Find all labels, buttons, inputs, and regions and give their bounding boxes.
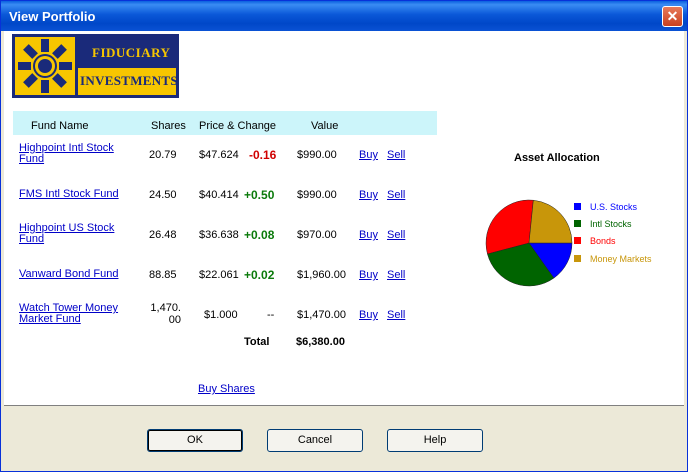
buy-shares-link[interactable]: Buy Shares [198, 383, 255, 395]
logo-text-fiduciary: FIDUCIARY [92, 45, 171, 60]
total-label: Total [244, 336, 270, 348]
change-value: +0.50 [244, 188, 275, 202]
asset-allocation-pie [485, 199, 573, 287]
position-value: $970.00 [297, 229, 337, 241]
buy-link[interactable]: Buy [359, 309, 378, 321]
fund-link[interactable]: FMS Intl Stock Fund [19, 189, 119, 200]
legend-swatch [574, 237, 581, 244]
shares-value: 24.50 [149, 189, 177, 201]
change-value: +0.02 [244, 268, 275, 282]
shares-line: 00 [168, 314, 181, 326]
price-value: $22.061 [199, 269, 239, 281]
legend-swatch [574, 203, 581, 210]
fund-name-line: Fund [19, 153, 45, 165]
header-price: Price & Change [199, 120, 277, 132]
table-header: Fund Name Shares Price & Change Value [13, 111, 437, 135]
sell-link[interactable]: Sell [387, 269, 405, 281]
legend-swatch [574, 220, 581, 227]
buy-link[interactable]: Buy [359, 269, 378, 281]
fund-name-line: Fund [19, 233, 45, 245]
logo-band-top: FIDUCIARY [78, 37, 176, 66]
shares-line: 1,470. [150, 302, 181, 314]
legend-label: Bonds [590, 236, 616, 246]
logo-band-bottom: INVESTMENTS [78, 68, 178, 95]
fiduciary-logo: FIDUCIARY INVESTMENTS [12, 34, 179, 98]
cancel-button[interactable]: Cancel [267, 429, 363, 452]
change-value: -0.16 [249, 148, 277, 162]
position-value: $1,470.00 [297, 309, 346, 321]
change-value: -- [267, 309, 275, 321]
position-value: $990.00 [297, 189, 337, 201]
title-bar[interactable]: View Portfolio ✕ [1, 1, 687, 31]
shares-value: 26.48 [149, 229, 177, 241]
help-button[interactable]: Help [387, 429, 483, 452]
sell-link[interactable]: Sell [387, 229, 405, 241]
fund-name-line: Market Fund [19, 313, 81, 325]
buy-link[interactable]: Buy [359, 149, 378, 161]
legend-label: Money Markets [590, 254, 652, 264]
fund-link[interactable]: Vanward Bond Fund [19, 269, 118, 280]
pie-slice-money-markets [528, 199, 573, 244]
logo-text-investments: INVESTMENTS [80, 73, 178, 88]
fund-link[interactable]: Highpoint US Stock Fund [19, 223, 114, 245]
view-portfolio-window: View Portfolio ✕ FIDUCIARY INVESTMENTS F… [0, 0, 688, 472]
fund-link[interactable]: Watch Tower Money Market Fund [19, 303, 118, 325]
header-shares: Shares [151, 120, 186, 132]
header-fund-name: Fund Name [31, 120, 89, 132]
legend-label: Intl Stocks [590, 219, 632, 229]
position-value: $1,960.00 [297, 269, 346, 281]
sell-link[interactable]: Sell [387, 189, 405, 201]
shares-value: 20.79 [149, 149, 177, 161]
sell-link[interactable]: Sell [387, 149, 405, 161]
sell-link[interactable]: Sell [387, 309, 405, 321]
price-value: $47.624 [199, 149, 239, 161]
ok-button[interactable]: OK [147, 429, 243, 452]
window-title: View Portfolio [9, 9, 96, 24]
change-value: +0.08 [244, 228, 275, 242]
buy-link[interactable]: Buy [359, 189, 378, 201]
position-value: $990.00 [297, 149, 337, 161]
price-value: $40.414 [199, 189, 239, 201]
legend-label: U.S. Stocks [590, 202, 638, 212]
price-value: $36.638 [199, 229, 239, 241]
legend-swatch [574, 255, 581, 262]
close-icon[interactable]: ✕ [662, 6, 683, 27]
sun-logo-icon [15, 37, 75, 95]
price-value: $1.000 [204, 309, 238, 321]
chart-title: Asset Allocation [514, 152, 600, 164]
shares-value: 1,470. 00 [149, 302, 181, 326]
shares-value: 88.85 [149, 269, 177, 281]
header-value: Value [311, 120, 339, 132]
fund-name-line: FMS Intl Stock Fund [19, 188, 119, 200]
fund-link[interactable]: Highpoint Intl Stock Fund [19, 143, 114, 165]
portfolio-panel: FIDUCIARY INVESTMENTS Fund Name Shares P… [4, 31, 684, 406]
buy-link[interactable]: Buy [359, 229, 378, 241]
total-value: $6,380.00 [296, 336, 345, 348]
fund-name-line: Vanward Bond Fund [19, 268, 119, 280]
